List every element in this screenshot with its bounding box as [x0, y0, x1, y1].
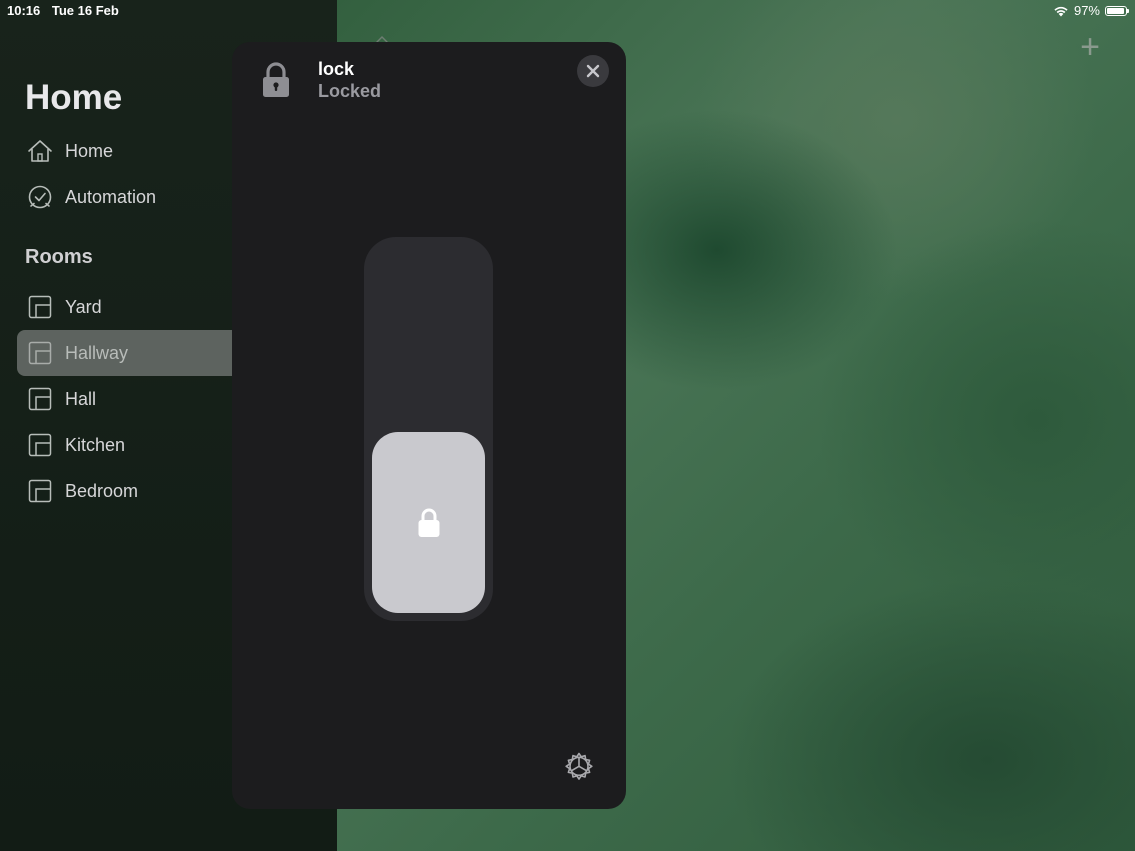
sidebar-title: Home: [25, 78, 123, 117]
status-date: Tue 16 Feb: [51, 3, 119, 18]
sidebar-item-label: Home: [65, 140, 114, 161]
battery-fill: [1107, 7, 1125, 14]
sidebar-item-label: Kitchen: [65, 434, 126, 455]
sidebar-item-yard[interactable]: Yard: [17, 284, 232, 330]
gear-icon: [565, 752, 593, 780]
room-icon: [27, 432, 53, 458]
house-icon: [27, 138, 53, 164]
screen: 10:16 Tue 16 Feb 97% Home Home Automatio…: [0, 0, 1135, 851]
battery-icon: [1105, 5, 1129, 16]
sidebar-item-label: Hallway: [65, 342, 129, 363]
battery-percent: 97%: [1073, 3, 1100, 18]
rooms-section-title: Rooms: [25, 246, 93, 268]
lock-toggle-control[interactable]: [364, 237, 493, 621]
sidebar-item-automation[interactable]: Automation: [17, 174, 232, 220]
settings-button[interactable]: [562, 750, 596, 784]
sidebar-item-label: Hall: [65, 388, 97, 409]
room-icon: [27, 478, 53, 504]
sidebar-item-label: Automation: [65, 186, 157, 207]
padlock-icon: [263, 62, 289, 97]
close-button[interactable]: [577, 55, 609, 87]
status-time-date: 10:16 Tue 16 Feb: [7, 3, 127, 18]
wifi-icon: [1054, 6, 1068, 16]
sidebar-item-home[interactable]: Home: [17, 128, 232, 174]
room-icon: [27, 340, 53, 366]
accessory-status: Locked: [318, 81, 382, 101]
clock-check-icon: [27, 184, 53, 210]
accessory-detail-card: lock Locked: [232, 42, 626, 809]
status-bar: 10:16 Tue 16 Feb 97%: [0, 0, 1135, 22]
sidebar-item-label: Yard: [65, 296, 102, 317]
sidebar-item-bedroom[interactable]: Bedroom: [17, 468, 232, 514]
accessory-name: lock: [318, 59, 355, 79]
sidebar-item-hall[interactable]: Hall: [17, 376, 232, 422]
status-time: 10:16: [7, 3, 41, 18]
status-indicators: 97%: [1053, 3, 1129, 18]
add-button[interactable]: +: [1075, 30, 1105, 64]
sidebar-item-hallway[interactable]: Hallway: [17, 330, 232, 376]
room-icon: [27, 386, 53, 412]
padlock-icon: [418, 508, 439, 537]
close-icon: [586, 64, 600, 78]
lock-toggle-thumb[interactable]: [372, 432, 485, 613]
sidebar-item-label: Bedroom: [65, 480, 139, 501]
room-icon: [27, 294, 53, 320]
sidebar-item-kitchen[interactable]: Kitchen: [17, 422, 232, 468]
